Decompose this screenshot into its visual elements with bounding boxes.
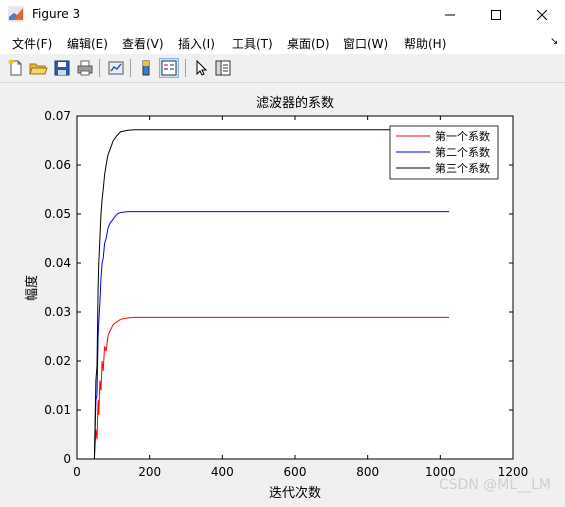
x-tick-label: 400 [211,465,234,479]
y-axis-label: 幅度 [24,275,40,301]
menu-insert[interactable]: 插入(I) [178,35,215,52]
x-axis-label: 迭代次数 [269,485,321,501]
line-chart[interactable]: 滤波器的系数 0 0.01 0.02 0.03 0.04 0.05 0.06 0.07 0 20… [0,83,565,503]
menu-view[interactable]: 查看(V) [122,35,164,52]
y-tick-label: 0.06 [44,158,71,172]
y-tick-label: 0.05 [44,207,71,221]
print-icon [77,60,93,76]
new-figure-button[interactable] [6,58,26,78]
legend-label-2: 第二个系数 [435,145,490,159]
menu-desktop[interactable]: 桌面(D) [287,35,330,52]
menu-window[interactable]: 窗口(W) [343,35,388,52]
insert-legend-icon [161,60,177,76]
matlab-logo-icon [8,6,24,22]
menu-overflow-icon[interactable]: ↘ [550,36,558,47]
save-icon [54,60,70,76]
toolbar [0,54,565,83]
x-tick-label: 200 [138,465,161,479]
watermark: CSDN @ML__LM [438,477,551,493]
save-button[interactable] [52,58,72,78]
menu-edit[interactable]: 编辑(E) [67,35,108,52]
property-editor-button[interactable] [213,58,233,78]
figure-canvas: 滤波器的系数 0 0.01 0.02 0.03 0.04 0.05 0.06 0.07 0 20… [0,83,565,503]
legend-label-1: 第一个系数 [435,129,490,143]
print-button[interactable] [75,58,95,78]
insert-colorbar-button[interactable] [136,58,156,78]
menu-help[interactable]: 帮助(H) [404,35,446,52]
insert-colorbar-icon [142,60,150,76]
minimize-button[interactable] [427,0,473,30]
x-tick-label: 0 [73,465,81,479]
open-folder-icon [29,63,48,75]
legend-label-3: 第三个系数 [435,161,490,175]
legend[interactable]: 第一个系数 第二个系数 第三个系数 [389,125,499,180]
y-tick-label: 0.02 [44,354,71,368]
y-tick-label: 0.07 [44,109,71,123]
menu-bar: 文件(F) 编辑(E) 查看(V) 插入(I) 工具(T) 桌面(D) 窗口(W… [0,30,565,54]
x-tick-label: 800 [356,465,379,479]
maximize-button[interactable] [473,0,519,30]
minimize-icon [445,14,455,16]
link-plot-icon [108,61,124,75]
toolbar-separator [185,59,186,77]
insert-legend-button[interactable] [159,58,179,78]
menu-file[interactable]: 文件(F) [12,35,52,52]
chart-title: 滤波器的系数 [256,95,334,111]
toolbar-separator [130,59,131,77]
new-figure-icon [8,59,22,76]
open-file-button[interactable] [28,58,48,78]
property-editor-icon [215,60,231,76]
pointer-icon [196,59,208,76]
y-tick-label: 0 [63,452,71,466]
y-tick-label: 0.04 [44,256,71,270]
x-tick-label: 600 [284,465,307,479]
y-tick-label: 0.03 [44,305,71,319]
menu-tools[interactable]: 工具(T) [232,35,273,52]
maximize-icon [491,10,501,20]
y-tick-label: 0.01 [44,403,71,417]
toolbar-separator [99,59,100,77]
pointer-button[interactable] [191,58,211,78]
close-button[interactable] [519,0,565,30]
window-title: Figure 3 [32,7,81,21]
link-plot-button[interactable] [106,58,126,78]
title-bar: Figure 3 [0,0,565,30]
close-icon [537,10,547,20]
